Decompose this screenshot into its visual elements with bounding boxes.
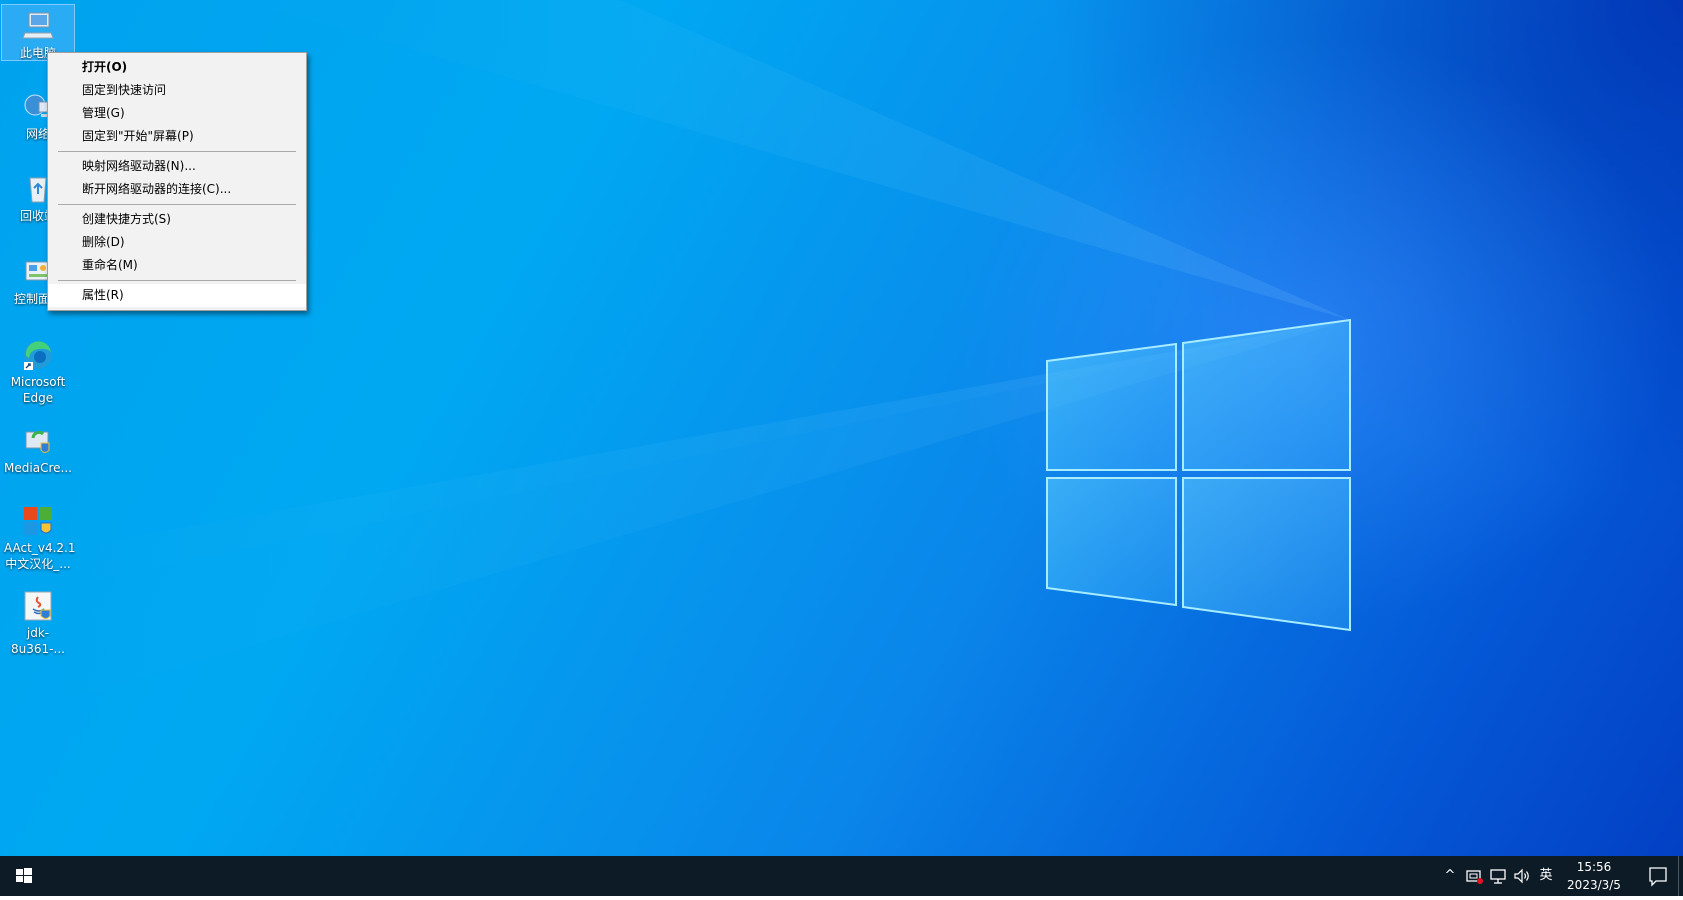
desktop-icon-edge[interactable]: Microsoft Edge <box>2 334 74 406</box>
desktop-icon-jdk-installer[interactable]: jdk-8u361-... <box>2 585 74 657</box>
desktop-icon-label: MediaCre... <box>4 461 72 475</box>
notification-icon <box>1649 867 1667 887</box>
menu-item-open[interactable]: 打开(O) <box>48 56 306 79</box>
menu-item-delete[interactable]: 删除(D) <box>48 231 306 254</box>
action-center-button[interactable] <box>1638 856 1678 896</box>
taskbar-clock[interactable]: 15:56 2023/3/5 <box>1550 858 1638 894</box>
context-menu: 打开(O) 固定到快速访问 管理(G) 固定到"开始"屏幕(P) 映射网络驱动器… <box>47 52 307 311</box>
menu-item-disconnect-network-drive[interactable]: 断开网络驱动器的连接(C)... <box>48 178 306 201</box>
network-status-icon[interactable] <box>1488 866 1508 886</box>
edge-icon <box>24 341 52 370</box>
desktop-icon-label: AAct_v4.2.1 中文汉化_... <box>4 541 76 571</box>
menu-item-map-network-drive[interactable]: 映射网络驱动器(N)... <box>48 155 306 178</box>
clock-date: 2023/3/5 <box>1567 878 1621 892</box>
show-desktop-button[interactable] <box>1678 856 1683 896</box>
desktop-icon-aact[interactable]: AAct_v4.2.1 中文汉化_... <box>2 500 76 572</box>
media-creation-tool-icon <box>25 430 50 453</box>
menu-item-manage[interactable]: 管理(G) <box>48 102 306 125</box>
clock-time: 15:56 <box>1576 860 1612 874</box>
desktop[interactable]: 此电脑 网络 回收站 控制面板 Microsoft Edge MediaCre.… <box>0 0 1683 856</box>
desktop-icon-label: jdk-8u361-... <box>11 626 65 656</box>
menu-item-create-shortcut[interactable]: 创建快捷方式(S) <box>48 208 306 231</box>
menu-separator <box>58 151 296 152</box>
menu-item-pin-to-quick-access[interactable]: 固定到快速访问 <box>48 79 306 102</box>
start-button[interactable] <box>0 856 48 896</box>
menu-item-properties[interactable]: 属性(R) <box>48 284 306 307</box>
security-alert-icon[interactable] <box>1464 866 1484 886</box>
volume-icon[interactable] <box>1512 866 1532 886</box>
show-hidden-icons-chevron-icon[interactable]: ^ <box>1440 866 1460 886</box>
menu-separator <box>58 280 296 281</box>
menu-item-pin-to-start[interactable]: 固定到"开始"屏幕(P) <box>48 125 306 148</box>
aact-icon <box>24 507 52 535</box>
java-installer-icon <box>24 591 52 621</box>
taskbar: ^ 英 15:56 2023/3/5 <box>0 856 1683 896</box>
computer-icon <box>22 12 54 39</box>
desktop-icon-label: Microsoft Edge <box>10 375 66 405</box>
menu-item-rename[interactable]: 重命名(M) <box>48 254 306 277</box>
menu-separator <box>58 204 296 205</box>
windows-logo-icon <box>16 868 32 883</box>
desktop-icon-media-creation-tool[interactable]: MediaCre... <box>2 420 74 476</box>
